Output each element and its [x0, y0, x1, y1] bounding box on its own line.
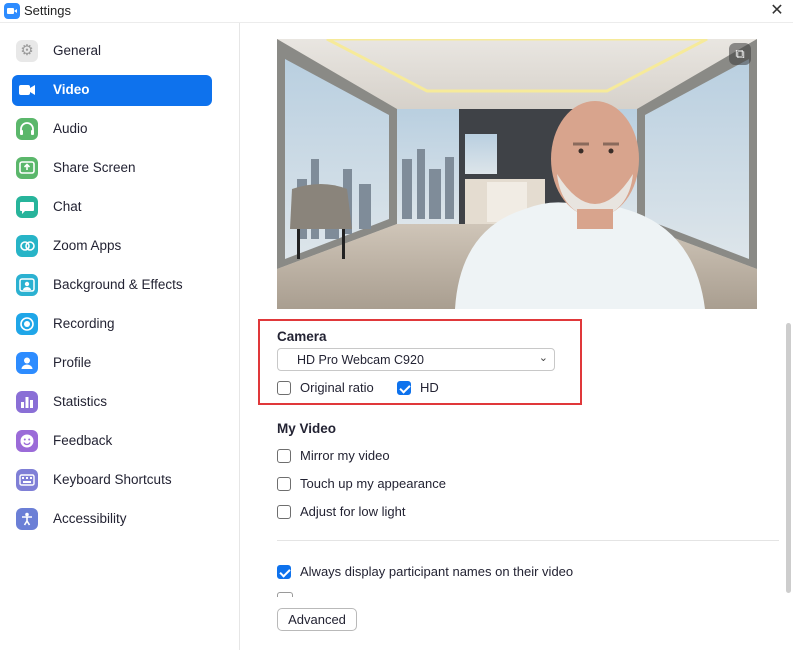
- display-names-checkbox[interactable]: [277, 565, 291, 579]
- zoom-app-icon: [4, 3, 20, 19]
- video-settings-panel: ⧉ Camera HD Pro Webcam C920 ⌄ Original r…: [240, 23, 793, 650]
- sidebar-item-recording[interactable]: Recording: [12, 309, 212, 340]
- hd-checkbox[interactable]: [397, 381, 411, 395]
- partially-hidden-checkbox: [277, 592, 293, 597]
- title-bar: Settings ✕: [0, 0, 793, 23]
- sidebar-item-label: Profile: [53, 355, 92, 370]
- section-divider: [277, 540, 779, 541]
- share-screen-icon: [16, 157, 38, 179]
- sidebar-item-chat[interactable]: Chat: [12, 192, 212, 223]
- display-names-label: Always display participant names on thei…: [300, 564, 574, 579]
- mirror-label: Mirror my video: [300, 448, 390, 463]
- sidebar-item-label: Zoom Apps: [53, 238, 122, 253]
- sidebar-item-profile[interactable]: Profile: [12, 348, 212, 379]
- chevron-down-icon: ⌄: [538, 352, 548, 364]
- keyboard-icon: [16, 469, 38, 491]
- touch-up-label: Touch up my appearance: [300, 476, 446, 491]
- camera-section-title: Camera: [277, 329, 327, 344]
- close-button[interactable]: ✕: [767, 1, 787, 21]
- sidebar-item-general[interactable]: ⚙ General: [12, 36, 212, 67]
- camera-select-value: HD Pro Webcam C920: [297, 353, 424, 367]
- sidebar-item-share-screen[interactable]: Share Screen: [12, 153, 212, 184]
- sidebar-item-statistics[interactable]: Statistics: [12, 387, 212, 418]
- smiley-icon: [16, 430, 38, 452]
- sidebar-item-background-effects[interactable]: Background & Effects: [12, 270, 212, 301]
- sidebar-item-keyboard-shortcuts[interactable]: Keyboard Shortcuts: [12, 465, 212, 496]
- video-preview: ⧉: [277, 39, 757, 309]
- sidebar-item-feedback[interactable]: Feedback: [12, 426, 212, 457]
- sidebar-item-label: Share Screen: [53, 160, 136, 175]
- my-video-section-title: My Video: [277, 421, 337, 436]
- scrollbar-thumb[interactable]: [786, 323, 791, 593]
- sidebar-item-label: Statistics: [53, 394, 108, 409]
- sidebar-item-label: Video: [53, 82, 90, 97]
- sidebar-item-accessibility[interactable]: Accessibility: [12, 504, 212, 535]
- bar-chart-icon: [16, 391, 38, 413]
- advanced-button[interactable]: Advanced: [277, 608, 357, 631]
- hd-label: HD: [420, 380, 439, 395]
- record-icon: [16, 313, 38, 335]
- sidebar-item-video[interactable]: Video: [12, 75, 212, 106]
- sidebar-item-label: Feedback: [53, 433, 113, 448]
- video-camera-icon: [16, 79, 38, 101]
- sidebar-item-zoom-apps[interactable]: Zoom Apps: [12, 231, 212, 262]
- sidebar-item-label: General: [53, 43, 102, 58]
- low-light-label: Adjust for low light: [300, 504, 406, 519]
- sidebar-item-label: Keyboard Shortcuts: [53, 472, 172, 487]
- gear-icon: ⚙: [16, 40, 38, 62]
- apps-icon: [16, 235, 38, 257]
- touch-up-checkbox[interactable]: [277, 477, 291, 491]
- sidebar-item-audio[interactable]: Audio: [12, 114, 212, 145]
- accessibility-icon: [16, 508, 38, 530]
- person-background-icon: [16, 274, 38, 296]
- camera-select[interactable]: HD Pro Webcam C920 ⌄: [277, 348, 555, 371]
- sidebar-item-label: Background & Effects: [53, 277, 183, 292]
- sidebar-item-label: Accessibility: [53, 511, 127, 526]
- mirror-checkbox[interactable]: [277, 449, 291, 463]
- camera-feed-image: [277, 39, 757, 309]
- switch-camera-button[interactable]: ⧉: [729, 43, 751, 65]
- headphones-icon: [16, 118, 38, 140]
- settings-sidebar: ⚙ General Video Audio Share Screen Chat …: [0, 23, 240, 650]
- sidebar-item-label: Audio: [53, 121, 88, 136]
- sidebar-item-label: Chat: [53, 199, 82, 214]
- profile-icon: [16, 352, 38, 374]
- sidebar-item-label: Recording: [53, 316, 115, 331]
- original-ratio-checkbox[interactable]: [277, 381, 291, 395]
- original-ratio-label: Original ratio: [300, 380, 374, 395]
- low-light-checkbox[interactable]: [277, 505, 291, 519]
- window-title: Settings: [24, 3, 71, 18]
- chat-bubble-icon: [16, 196, 38, 218]
